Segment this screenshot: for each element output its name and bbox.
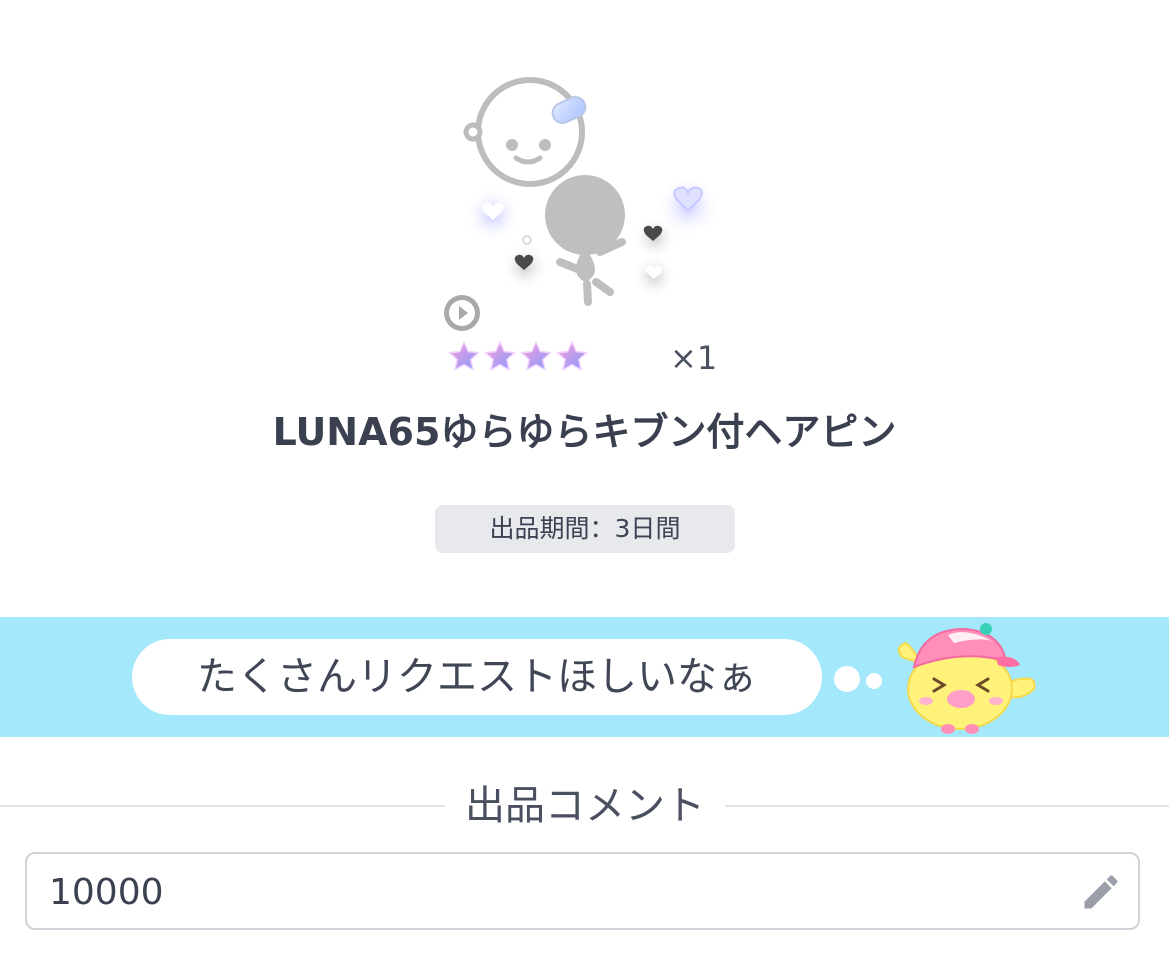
- listing-comment-field[interactable]: [25, 852, 1140, 930]
- speech-bubble: たくさんリクエストほしいなぁ: [132, 639, 822, 715]
- item-name: LUNA65ゆらゆらキブン付ヘアピン: [272, 410, 897, 454]
- comment-section-title: 出品コメント: [445, 780, 725, 832]
- mascot-image: [892, 619, 1042, 735]
- thought-dot: [866, 673, 882, 689]
- play-icon: [449, 300, 475, 326]
- pencil-icon-graphic: [1084, 875, 1118, 909]
- comment-input[interactable]: [49, 866, 1049, 918]
- star-icon: [556, 341, 588, 371]
- thought-dot: [834, 666, 860, 692]
- pencil-icon[interactable]: [1079, 870, 1123, 914]
- star-icon: [484, 341, 516, 371]
- mascot-banner: たくさんリクエストほしいなぁ: [0, 617, 1169, 737]
- comment-section-header: 出品コメント: [0, 780, 1169, 832]
- bird-mascot-icon: [897, 623, 1036, 734]
- rarity-stars: [446, 339, 590, 377]
- listing-period-badge: 出品期間：3日間: [435, 505, 735, 553]
- listing-page: ×1 LUNA65ゆらゆらキブン付ヘアピン 出品期間：3日間 たくさんリクエスト…: [0, 0, 1169, 970]
- star-icon: [448, 341, 480, 371]
- star-icon: [520, 341, 552, 371]
- item-quantity: ×1: [670, 339, 718, 377]
- play-preview-button[interactable]: [444, 295, 480, 331]
